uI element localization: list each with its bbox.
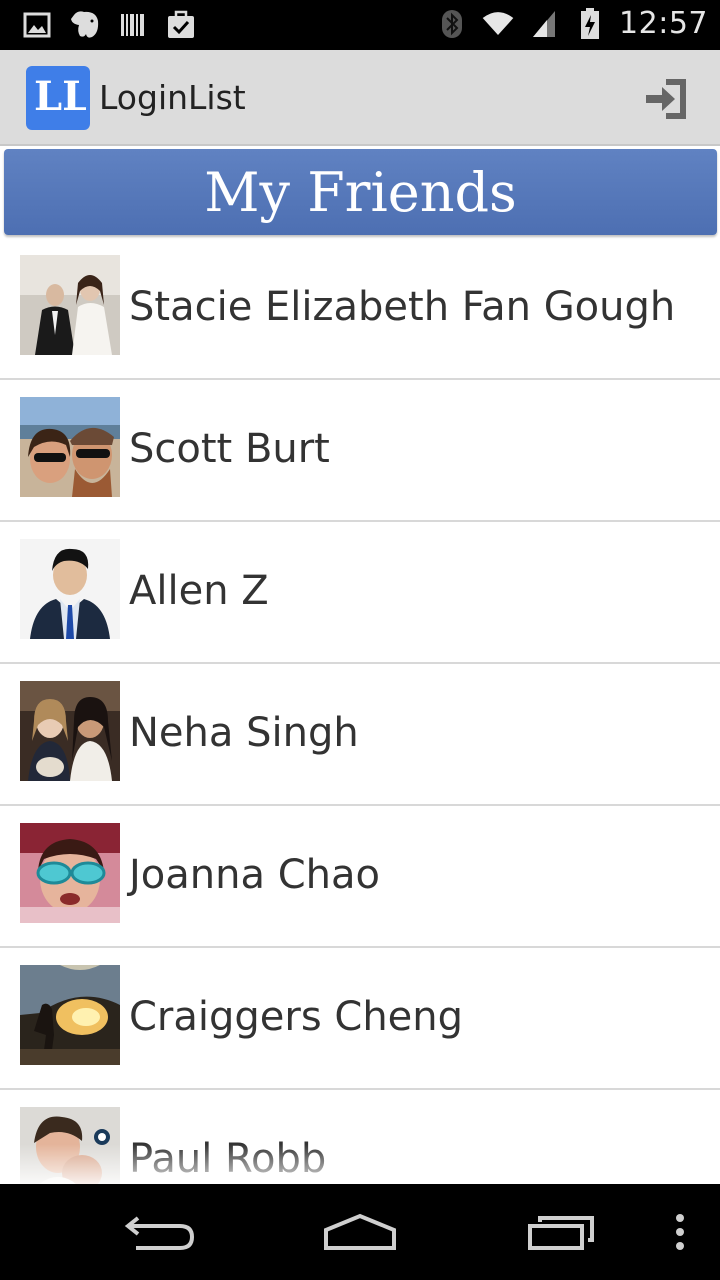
friend-name: Craiggers Cheng <box>129 994 464 1040</box>
status-bar: 12:57 <box>0 0 720 50</box>
friend-row[interactable]: Joanna Chao <box>0 806 720 948</box>
friend-name: Paul Robb <box>129 1136 327 1182</box>
login-button[interactable] <box>642 74 692 124</box>
signal-icon <box>527 7 561 41</box>
friend-name: Stacie Elizabeth Fan Gough <box>129 284 676 330</box>
friend-row[interactable]: Craiggers Cheng <box>0 948 720 1090</box>
friend-row[interactable]: Scott Burt <box>0 380 720 522</box>
app-logo-mark: LL <box>34 73 86 120</box>
notification-icons <box>20 8 198 42</box>
clock: 12:57 <box>619 6 708 41</box>
back-icon <box>124 1216 195 1250</box>
action-bar: LL LoginList <box>0 50 720 146</box>
login-icon <box>646 79 686 119</box>
friend-avatar <box>20 539 120 639</box>
app-logo: LL <box>26 66 90 130</box>
friend-row[interactable]: Allen Z <box>0 522 720 664</box>
home-button[interactable] <box>315 1204 405 1260</box>
friend-row[interactable]: Neha Singh <box>0 664 720 806</box>
home-icon <box>324 1213 396 1250</box>
friend-row[interactable]: Stacie Elizabeth Fan Gough <box>0 238 720 380</box>
battery-charging-icon <box>573 7 607 41</box>
friends-list[interactable]: Stacie Elizabeth Fan Gough Scott Burt Al… <box>0 238 720 1184</box>
system-status: 12:57 <box>435 6 708 41</box>
barcode-icon <box>116 8 150 42</box>
overflow-menu-icon <box>676 1214 684 1250</box>
gallery-icon <box>20 8 54 42</box>
back-button[interactable] <box>115 1204 205 1260</box>
evernote-icon <box>68 8 102 42</box>
recent-apps-button[interactable] <box>517 1204 607 1260</box>
overflow-menu-button[interactable] <box>650 1204 710 1260</box>
friend-name: Allen Z <box>129 568 269 614</box>
svg-text:LL: LL <box>34 73 86 120</box>
navigation-bar <box>0 1184 720 1280</box>
friend-row[interactable]: Paul Robb <box>0 1090 720 1184</box>
friends-header: My Friends <box>4 149 717 235</box>
friend-avatar <box>20 965 120 1065</box>
friend-avatar <box>20 1107 120 1184</box>
friend-avatar <box>20 823 120 923</box>
app-title: LoginList <box>99 78 246 117</box>
wifi-icon <box>481 7 515 41</box>
task-icon <box>164 8 198 42</box>
friend-avatar <box>20 397 120 497</box>
friend-avatar <box>20 255 120 355</box>
friend-name: Neha Singh <box>129 710 359 756</box>
friend-avatar <box>20 681 120 781</box>
friends-header-title: My Friends <box>204 160 517 224</box>
recent-apps-icon <box>528 1216 594 1250</box>
bluetooth-icon <box>435 7 469 41</box>
friend-name: Scott Burt <box>129 426 330 472</box>
friend-name: Joanna Chao <box>129 852 380 898</box>
